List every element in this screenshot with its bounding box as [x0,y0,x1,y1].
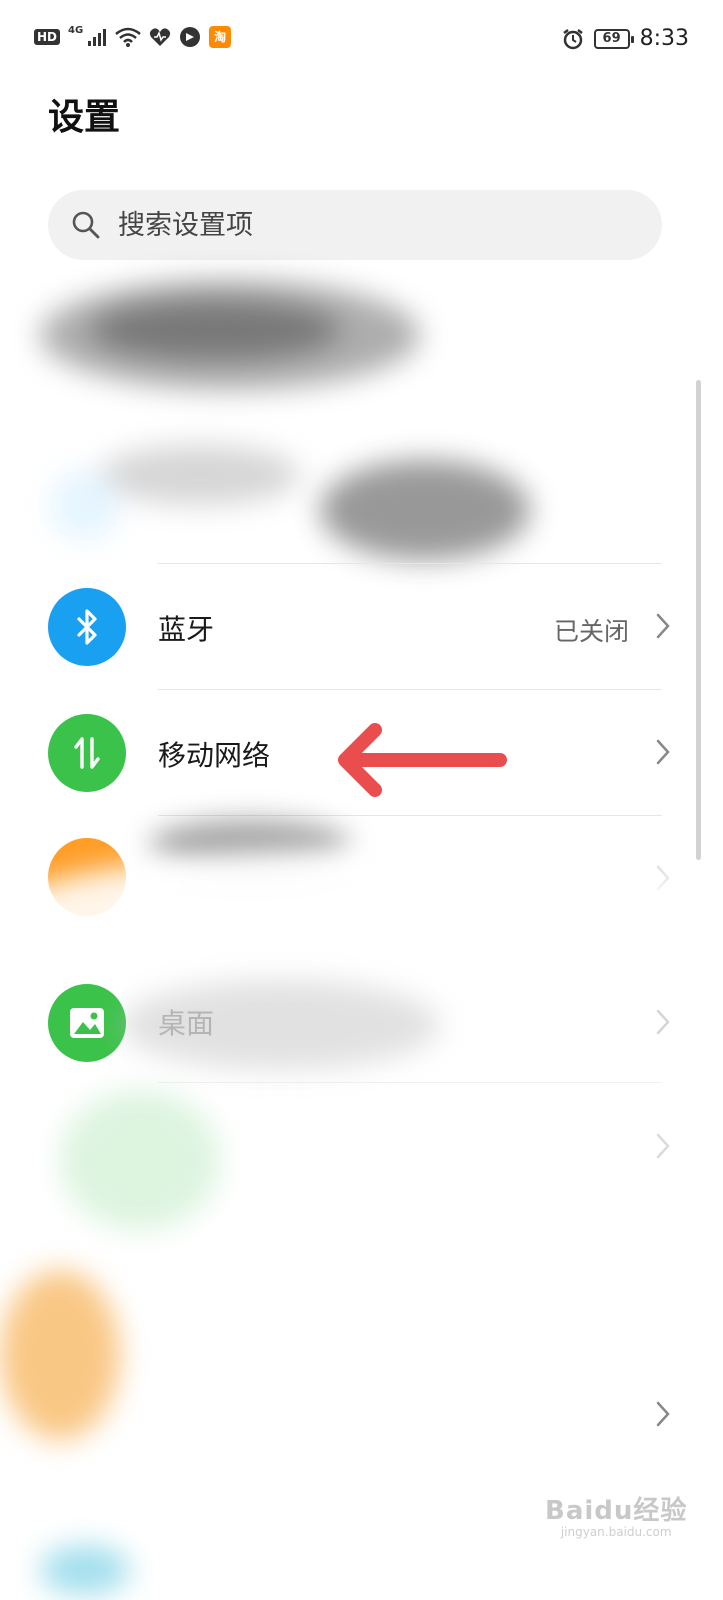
divider [158,1082,662,1083]
chevron-right-icon [656,1009,670,1035]
redacted-smudge [40,1545,130,1595]
watermark-main: Baidu经验 [545,1496,688,1526]
scrollbar[interactable] [696,380,701,860]
wifi-icon [115,27,141,47]
watermark-sub: jingyan.baidu.com [560,1525,672,1539]
baidu-watermark: Baidu经验 jingyan.baidu.com [545,1490,687,1539]
taobao-icon: 淘 [209,26,232,48]
health-icon [150,28,171,46]
redacted-smudge [90,300,340,360]
chevron-right-icon [656,1401,670,1427]
search-bar[interactable] [48,190,662,260]
chevron-right-icon [656,739,670,765]
app-icon [180,27,201,47]
chevron-right-icon [656,1133,670,1159]
redacted-smudge [120,980,440,1070]
redacted-smudge [320,460,530,560]
search-icon [72,211,100,239]
clock: 8:33 [639,26,689,51]
settings-item-faded[interactable] [0,1084,723,1210]
status-bar: HD 4G 淘 69 8:33 [0,0,723,80]
redacted-smudge [100,445,300,505]
red-arrow-icon [338,723,507,797]
chevron-right-icon [656,613,670,639]
network-type: 4G [68,24,84,36]
page-title: 设置 [48,97,121,138]
redacted-smudge [50,470,120,540]
wallpaper-icon [48,984,126,1062]
battery-icon: 69 [593,28,634,49]
hd-badge: HD [34,29,61,45]
alarm-icon [562,28,583,49]
settings-item-bluetooth[interactable]: 蓝牙 已关闭 [0,564,723,690]
settings-item-label: 蓝牙 [158,613,215,646]
search-input[interactable] [116,208,600,242]
settings-item-label: 移动网络 [158,739,271,772]
mobile-data-icon [48,714,126,792]
settings-item-value: 已关闭 [553,617,629,646]
settings-item-faded[interactable] [0,1352,723,1478]
signal-icon [88,29,107,46]
bluetooth-icon [48,588,126,666]
